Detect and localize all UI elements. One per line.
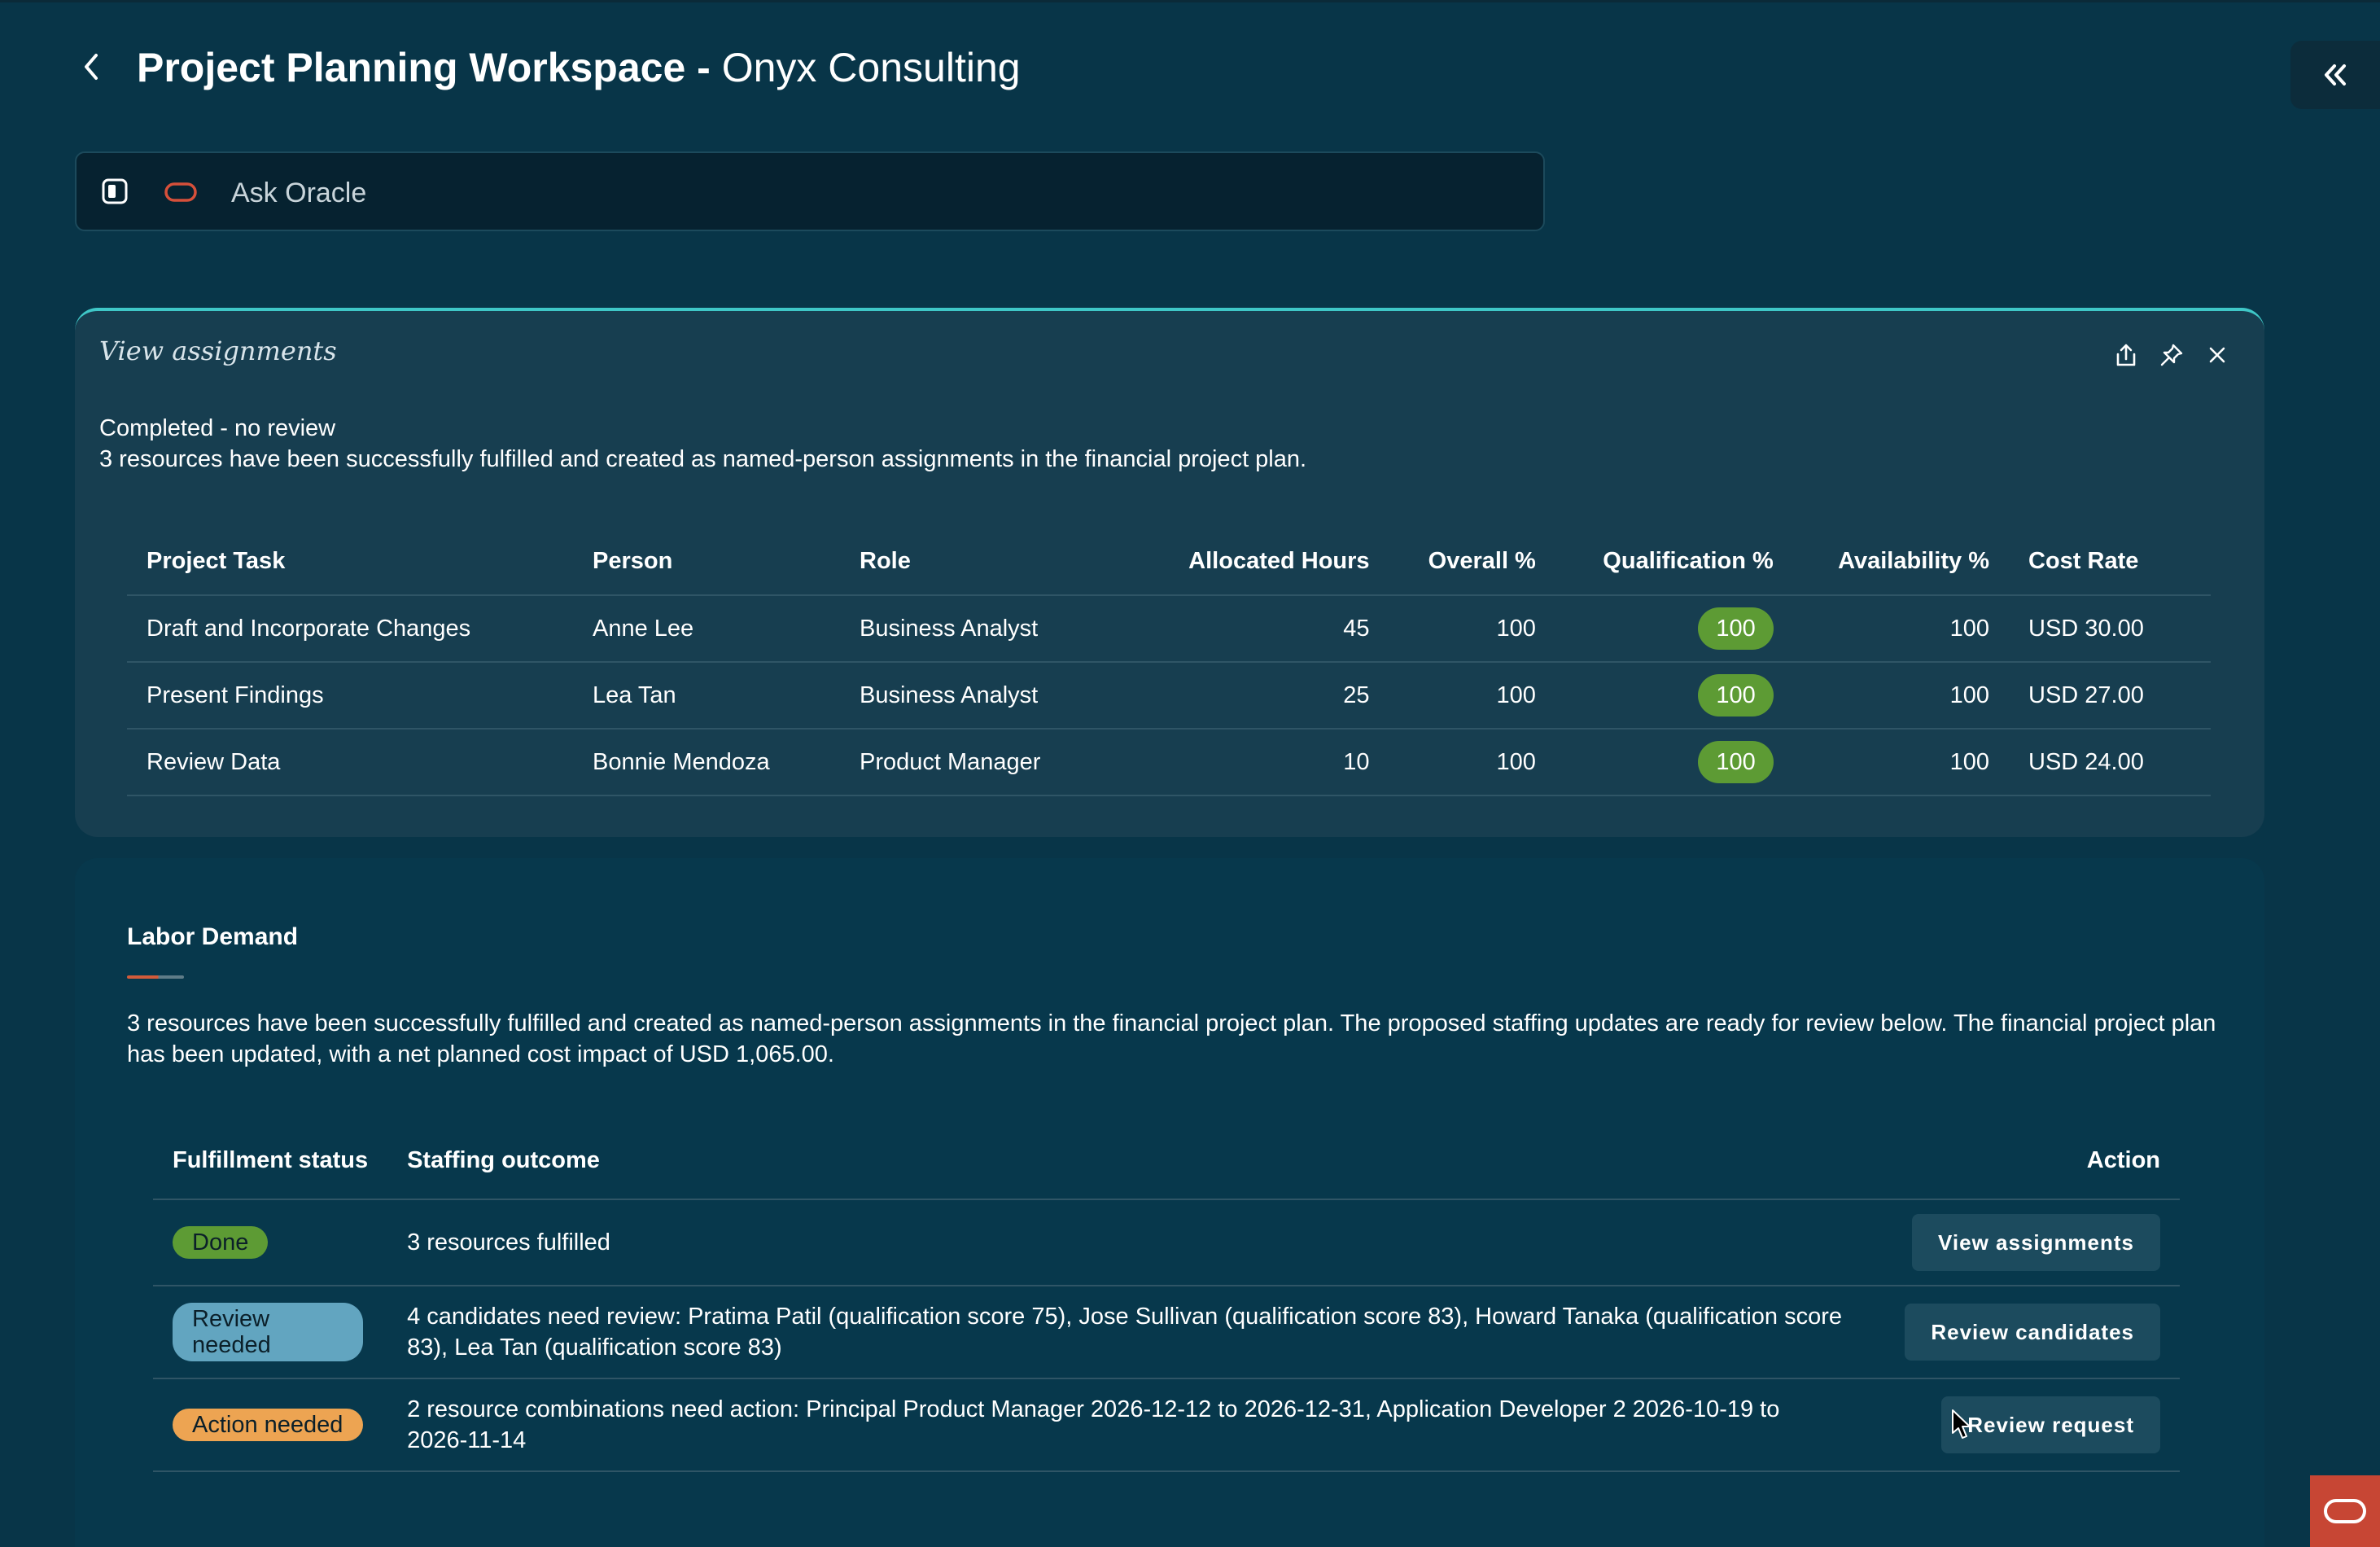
table-row: Action needed 2 resource combinations ne…: [153, 1378, 2180, 1472]
card-title: View assignments: [99, 335, 337, 366]
status-badge-done: Done: [173, 1226, 269, 1259]
completion-status: Completed - no review: [99, 415, 336, 441]
assignments-table: Project Task Person Role Allocated Hours…: [127, 528, 2211, 796]
cost-rate-cell: USD 24.00: [2009, 729, 2211, 796]
labor-demand-title: Labor Demand: [127, 923, 299, 950]
labor-demand-card: Labor Demand 3 resources have been succe…: [75, 858, 2264, 1547]
view-assignments-button[interactable]: View assignments: [1912, 1214, 2160, 1271]
status-cell: Action needed: [153, 1378, 388, 1472]
table-row: Done 3 resources fulfilled View assignme…: [153, 1199, 2180, 1286]
action-cell: Review request: [1864, 1378, 2180, 1472]
column-header-action: Action: [1864, 1122, 2180, 1200]
overall-percent-cell: 100: [1389, 729, 1555, 796]
qualification-badge: 100: [1698, 741, 1774, 783]
share-button[interactable]: [2111, 340, 2141, 370]
oracle-logo-icon: [2324, 1499, 2366, 1523]
overall-percent-cell: 100: [1389, 662, 1555, 730]
column-header: Cost Rate: [2009, 528, 2211, 596]
page-title: Project Planning Workspace - Onyx Consul…: [137, 39, 1021, 96]
qualification-badge: 100: [1698, 674, 1774, 717]
action-cell: Review candidates: [1864, 1286, 2180, 1379]
status-badge-action-needed: Action needed: [173, 1409, 363, 1441]
person-cell: Lea Tan: [573, 662, 840, 730]
role-cell: Business Analyst: [840, 595, 1140, 663]
table-row[interactable]: Present Findings Lea Tan Business Analys…: [127, 662, 2211, 730]
labor-demand-table: Fulfillment status Staffing outcome Acti…: [153, 1122, 2180, 1472]
column-header: Role: [840, 528, 1140, 596]
column-header-staffing-outcome: Staffing outcome: [387, 1122, 1864, 1200]
column-header-fulfillment-status: Fulfillment status: [153, 1122, 388, 1200]
availability-cell: 100: [1792, 595, 2009, 663]
collapse-panel-button[interactable]: [2290, 41, 2380, 109]
ask-oracle-bar[interactable]: [75, 151, 1545, 231]
allocated-hours-cell: 25: [1140, 662, 1389, 730]
cost-rate-cell: USD 30.00: [2009, 595, 2211, 663]
staffing-outcome-cell: 4 candidates need review: Pratima Patil …: [387, 1286, 1864, 1379]
column-header: Overall %: [1389, 528, 1555, 596]
oracle-assistant-button[interactable]: [2310, 1475, 2380, 1547]
double-chevron-left-icon: [2325, 64, 2346, 85]
status-badge-review-needed: Review needed: [173, 1303, 363, 1361]
table-header-row: Fulfillment status Staffing outcome Acti…: [153, 1122, 2180, 1200]
table-header-row: Project Task Person Role Allocated Hours…: [127, 528, 2211, 596]
cost-rate-cell: USD 27.00: [2009, 662, 2211, 730]
top-border: [0, 0, 2380, 2]
availability-cell: 100: [1792, 729, 2009, 796]
card-actions: [2111, 340, 2232, 370]
project-task-cell: Present Findings: [127, 662, 573, 730]
pin-button[interactable]: [2157, 340, 2186, 370]
share-icon: [2116, 344, 2136, 366]
column-header: Qualification %: [1555, 528, 1793, 596]
project-task-cell: Review Data: [127, 729, 573, 796]
table-row: Review needed 4 candidates need review: …: [153, 1286, 2180, 1379]
close-button[interactable]: [2203, 340, 2232, 370]
ask-oracle-input[interactable]: [230, 168, 1503, 218]
page-title-company: Onyx Consulting: [721, 45, 1021, 90]
review-request-button[interactable]: Review request: [1941, 1396, 2160, 1453]
qualification-cell: 100: [1555, 729, 1793, 796]
column-header: Project Task: [127, 528, 573, 596]
labor-demand-description: 3 resources have been successfully fulfi…: [127, 1010, 2216, 1067]
table-row[interactable]: Review Data Bonnie Mendoza Product Manag…: [127, 729, 2211, 796]
staffing-outcome-cell: 3 resources fulfilled: [387, 1199, 1864, 1286]
review-candidates-button[interactable]: Review candidates: [1905, 1304, 2160, 1361]
staffing-outcome-cell: 2 resource combinations need action: Pri…: [387, 1378, 1864, 1472]
project-task-cell: Draft and Incorporate Changes: [127, 595, 573, 663]
role-cell: Business Analyst: [840, 662, 1140, 730]
role-cell: Product Manager: [840, 729, 1140, 796]
availability-cell: 100: [1792, 662, 2009, 730]
overall-percent-cell: 100: [1389, 595, 1555, 663]
allocated-hours-cell: 10: [1140, 729, 1389, 796]
table-row[interactable]: Draft and Incorporate Changes Anne Lee B…: [127, 595, 2211, 663]
qualification-cell: 100: [1555, 595, 1793, 663]
pin-icon: [2160, 344, 2183, 366]
column-header: Availability %: [1792, 528, 2009, 596]
column-header: Person: [573, 528, 840, 596]
column-header: Allocated Hours: [1140, 528, 1389, 596]
assignment-summary: 3 resources have been successfully fulfi…: [99, 446, 1307, 472]
page-title-main: Project Planning Workspace -: [137, 45, 711, 90]
chevron-left-icon: [85, 54, 98, 80]
qualification-badge: 100: [1698, 607, 1774, 650]
qualification-cell: 100: [1555, 662, 1793, 730]
person-cell: Anne Lee: [573, 595, 840, 663]
status-cell: Review needed: [153, 1286, 388, 1379]
person-cell: Bonnie Mendoza: [573, 729, 840, 796]
status-cell: Done: [153, 1199, 388, 1286]
oracle-logo-icon: [164, 182, 197, 202]
title-underline: [127, 975, 184, 979]
action-cell: View assignments: [1864, 1199, 2180, 1286]
allocated-hours-cell: 45: [1140, 595, 1389, 663]
back-button[interactable]: [73, 49, 109, 85]
close-icon: [2209, 347, 2225, 363]
view-assignments-card: View assignments Completed - no review 3…: [75, 308, 2264, 837]
panel-icon[interactable]: [101, 177, 129, 205]
mouse-cursor-icon: [1952, 1409, 1971, 1439]
